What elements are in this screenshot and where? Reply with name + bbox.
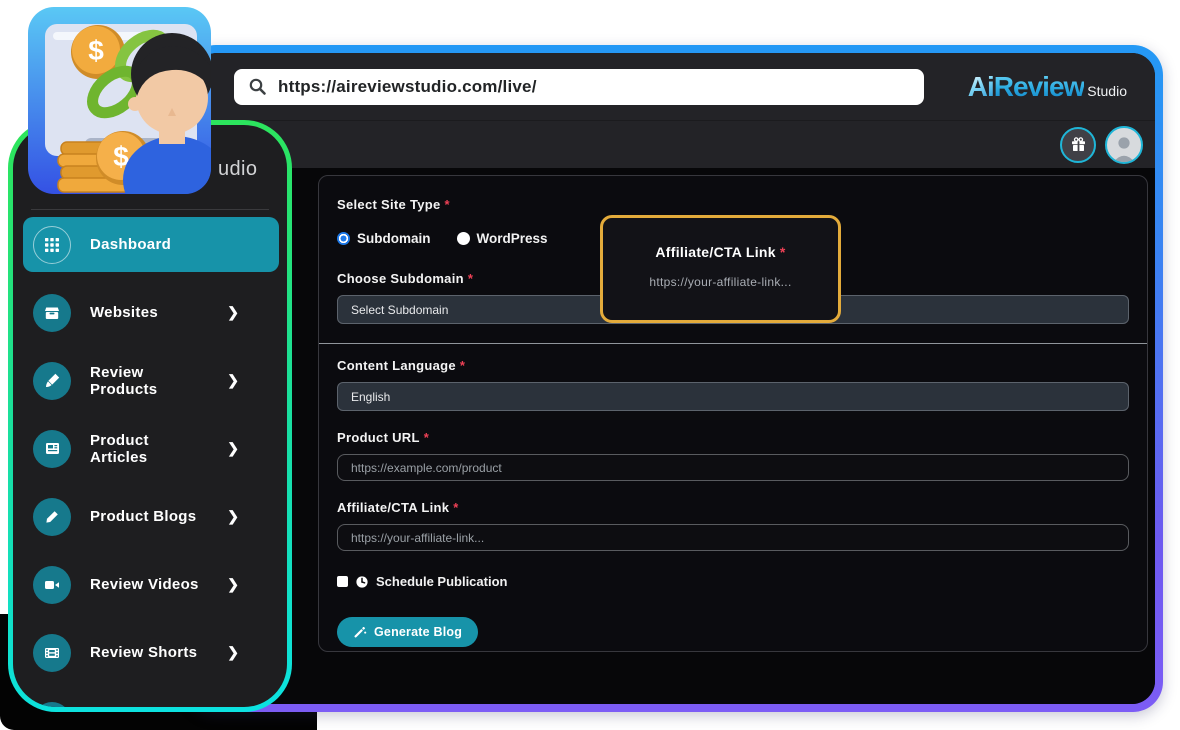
brand-logo-ai: Ai	[968, 71, 994, 103]
magic-wand-icon	[353, 625, 367, 639]
page: https://aireviewstudio.com/live/ AiRevie…	[0, 0, 1180, 730]
callout-placeholder-text: https://your-affiliate-link...	[649, 275, 791, 289]
sidebar: udio Dashboard Websites ❯ Review	[8, 120, 292, 712]
user-avatar[interactable]	[1105, 126, 1143, 164]
browser-topbar: https://aireviewstudio.com/live/ AiRevie…	[194, 53, 1155, 120]
search-icon	[248, 77, 267, 96]
chevron-right-icon: ❯	[227, 304, 239, 321]
sidebar-item-review-videos[interactable]: Review Videos ❯	[23, 557, 279, 612]
chevron-right-icon: ❯	[227, 372, 239, 389]
chevron-right-icon: ❯	[227, 440, 239, 457]
sidebar-item-product-articles[interactable]: Product Articles ❯	[23, 421, 279, 476]
affiliate-marketing-3d-illustration: $ $	[25, 4, 215, 196]
sidebar-logo-fragment: udio	[218, 158, 257, 181]
required-asterisk: *	[460, 358, 465, 373]
radio-subdomain[interactable]: Subdomain	[337, 231, 431, 246]
film-strip-icon	[33, 634, 71, 672]
affiliate-link-input[interactable]	[337, 524, 1129, 551]
affiliate-link-zoom-callout: Affiliate/CTA Link* https://your-affilia…	[600, 215, 841, 323]
pencil-icon	[33, 498, 71, 536]
schedule-publication-row: Schedule Publication	[337, 574, 1129, 589]
paintbrush-icon	[33, 362, 71, 400]
sidebar-nav: Dashboard Websites ❯ Review Products ❯	[23, 217, 279, 712]
chevron-right-icon: ❯	[227, 644, 239, 661]
section-divider	[319, 343, 1147, 344]
clock-icon	[355, 575, 369, 589]
person-icon	[1109, 132, 1139, 162]
required-asterisk: *	[780, 244, 786, 260]
generate-blog-button[interactable]: Generate Blog	[337, 617, 478, 647]
video-camera-icon	[33, 566, 71, 604]
sidebar-item-product-blogs[interactable]: Product Blogs ❯	[23, 489, 279, 544]
radio-wordpress[interactable]: WordPress	[457, 231, 548, 246]
schedule-label: Schedule Publication	[376, 574, 507, 589]
brand-logo: AiReviewStudio	[968, 71, 1127, 103]
brand-logo-review: Review	[994, 71, 1085, 103]
url-text: https://aireviewstudio.com/live/	[278, 77, 537, 97]
radio-unselected-icon	[457, 232, 470, 245]
storefront-icon	[33, 294, 71, 332]
gift-button[interactable]	[1060, 127, 1096, 163]
required-asterisk: *	[424, 430, 429, 445]
affiliate-link-label: Affiliate/CTA Link*	[337, 500, 1129, 515]
sidebar-divider	[31, 209, 269, 210]
callout-title: Affiliate/CTA Link*	[655, 244, 785, 260]
product-url-input[interactable]	[337, 454, 1129, 481]
content-language-label: Content Language*	[337, 358, 1129, 373]
article-icon	[33, 430, 71, 468]
sidebar-item-review-products[interactable]: Review Products ❯	[23, 353, 279, 408]
brand-logo-studio: Studio	[1087, 83, 1127, 99]
app-header	[194, 120, 1155, 168]
site-type-label: Select Site Type*	[337, 197, 1129, 212]
chevron-right-icon: ❯	[227, 508, 239, 525]
gift-icon	[1070, 136, 1087, 153]
sidebar-item-dashboard[interactable]: Dashboard	[23, 217, 279, 272]
required-asterisk: *	[453, 500, 458, 515]
radio-selected-icon	[337, 232, 350, 245]
chevron-right-icon: ❯	[227, 576, 239, 593]
required-asterisk: *	[468, 271, 473, 286]
language-select[interactable]: English	[337, 382, 1129, 411]
product-url-label: Product URL*	[337, 430, 1129, 445]
schedule-checkbox[interactable]	[337, 576, 348, 587]
url-bar[interactable]: https://aireviewstudio.com/live/	[234, 69, 924, 105]
sidebar-item-partial[interactable]	[23, 693, 279, 712]
sidebar-item-review-shorts[interactable]: Review Shorts ❯	[23, 625, 279, 680]
grid-icon	[33, 226, 71, 264]
required-asterisk: *	[445, 197, 450, 212]
svg-text:$: $	[88, 35, 104, 66]
sidebar-item-websites[interactable]: Websites ❯	[23, 285, 279, 340]
